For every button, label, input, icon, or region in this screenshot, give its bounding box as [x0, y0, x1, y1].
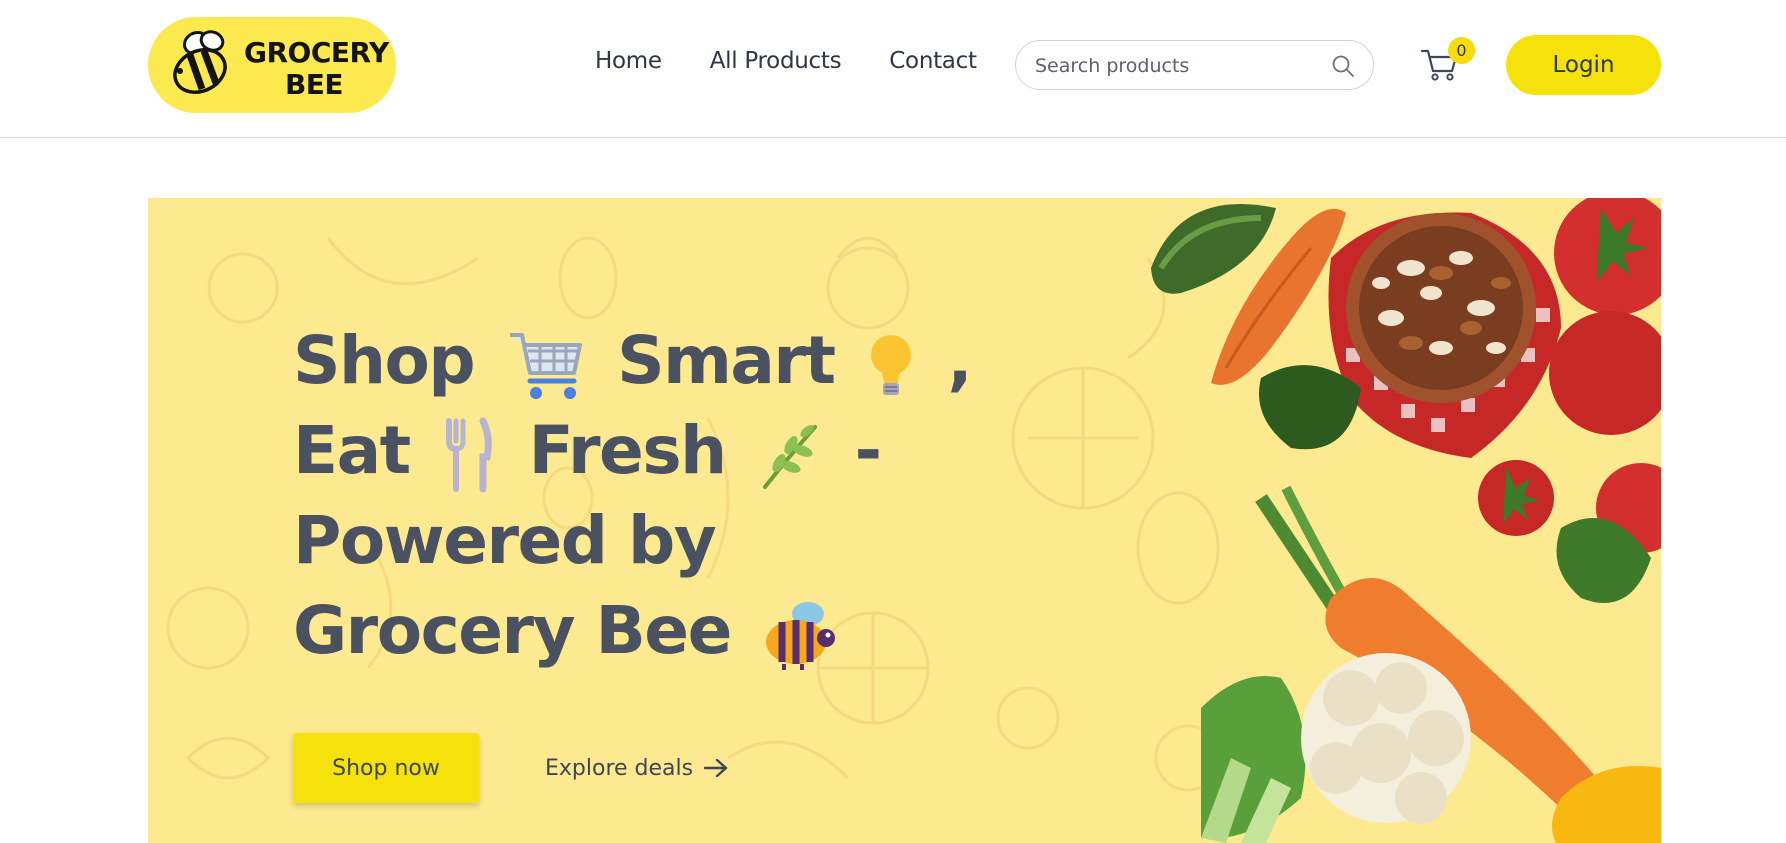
headline-word-smart: Smart — [617, 322, 836, 399]
explore-deals-label: Explore deals — [545, 755, 694, 781]
logo-line-1: GROCERY — [244, 36, 389, 69]
headline-word-shop: Shop — [293, 322, 476, 399]
nav-contact[interactable]: Contact — [889, 48, 977, 74]
headline-line-1: Shop Smart , — [293, 316, 973, 406]
logo-line-2: BEE — [284, 68, 344, 101]
main-nav: Home All Products Contact — [595, 48, 1025, 74]
hero-headline: Shop Smart , Eat Fresh - Powered by Groc… — [293, 316, 973, 676]
bee-logo-icon — [173, 30, 227, 94]
search-icon[interactable] — [1331, 54, 1355, 78]
headline-comma: , — [947, 322, 973, 399]
hero-banner: Shop Smart , Eat Fresh - Powered by Groc… — [148, 198, 1661, 843]
fork-knife-icon — [446, 417, 492, 493]
herb-icon — [763, 424, 818, 489]
search-input[interactable] — [1035, 53, 1315, 79]
arrow-right-icon — [703, 758, 728, 778]
shopping-cart-icon — [509, 332, 582, 399]
nav-home[interactable]: Home — [595, 48, 662, 74]
headline-line-4: Grocery Bee — [293, 586, 933, 676]
login-button[interactable]: Login — [1506, 35, 1661, 95]
shop-now-button[interactable]: Shop now — [293, 733, 479, 803]
headline-word-eat: Eat — [293, 412, 411, 489]
headline-line-3: Powered by — [293, 502, 717, 579]
fresh-vegetables-image — [1151, 198, 1661, 843]
headline-line-2: Eat Fresh - — [293, 406, 933, 496]
bee-icon — [766, 601, 836, 670]
search-bar — [1015, 40, 1374, 90]
lightbulb-icon — [871, 334, 912, 395]
nav-all-products[interactable]: All Products — [710, 48, 842, 74]
cart-count-badge: 0 — [1448, 37, 1475, 64]
logo-text: GROCERY BEE — [244, 36, 389, 101]
explore-deals-link[interactable]: Explore deals — [545, 751, 729, 785]
logo[interactable]: GROCERY BEE — [148, 17, 396, 113]
headline-grocery-bee: Grocery Bee — [293, 592, 732, 669]
headline-word-fresh: Fresh — [528, 412, 727, 489]
headline-dash: - — [854, 412, 882, 489]
site-header: GROCERY BEE Home All Products Contact 0 … — [0, 0, 1786, 138]
